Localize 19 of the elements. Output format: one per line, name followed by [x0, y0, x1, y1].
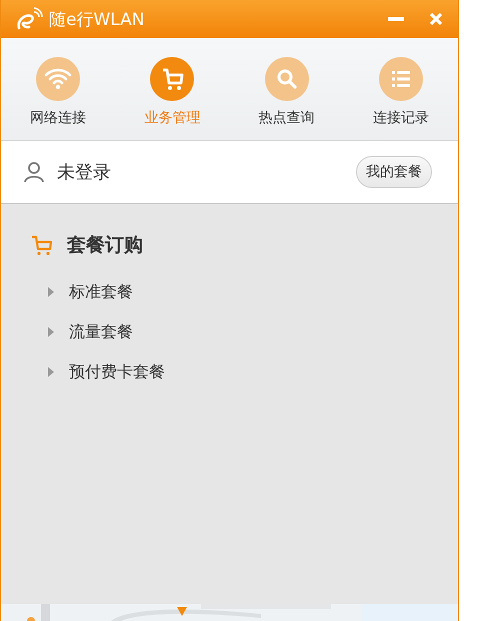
- my-plan-button[interactable]: 我的套餐: [356, 156, 432, 188]
- user-icon: [23, 161, 45, 183]
- wifi-icon: [36, 57, 80, 101]
- close-icon: [428, 11, 444, 27]
- window-title: 随e行WLAN: [49, 8, 144, 30]
- plan-item[interactable]: 标准套餐: [31, 272, 133, 312]
- list-icon: [378, 57, 423, 101]
- logo-icon: [15, 6, 43, 32]
- cart-icon: [31, 234, 53, 256]
- section-title: 套餐订购: [67, 233, 143, 258]
- minimize-icon: [388, 17, 404, 21]
- nav-tab[interactable]: 网络连接: [1, 38, 116, 140]
- nav-tab[interactable]: 连接记录: [344, 38, 458, 140]
- search-icon: [264, 57, 309, 101]
- plan-item[interactable]: 预付费卡套餐: [31, 352, 165, 392]
- plan-item[interactable]: 流量套餐: [31, 312, 133, 352]
- nav-tab[interactable]: 热点查询: [230, 38, 344, 140]
- login-status: 未登录: [57, 161, 111, 184]
- cart-icon: [150, 57, 194, 101]
